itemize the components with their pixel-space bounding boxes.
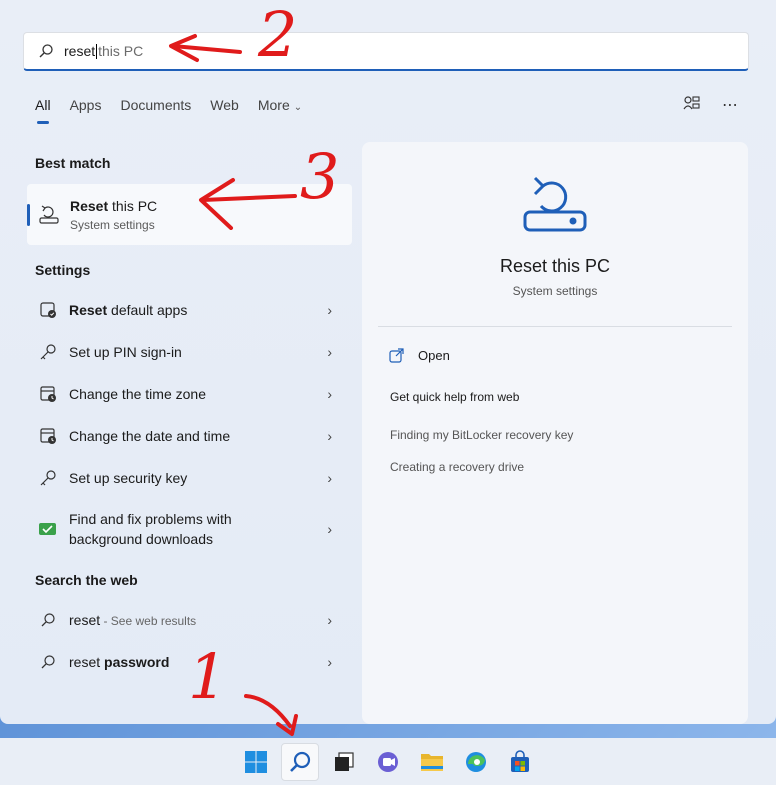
- search-input[interactable]: reset this PC: [64, 43, 143, 59]
- text-caret: [96, 43, 98, 59]
- chevron-right-icon: ›: [327, 302, 332, 318]
- chevron-right-icon: ›: [327, 386, 332, 402]
- clock-icon: [38, 384, 58, 404]
- best-match-title-bold: Reset: [70, 197, 109, 214]
- help-link-bitlocker[interactable]: Finding my BitLocker recovery key: [390, 428, 573, 442]
- store-icon: [511, 749, 529, 772]
- folder-icon: [421, 753, 443, 771]
- chevron-right-icon: ›: [327, 428, 332, 444]
- open-label: Open: [418, 348, 450, 363]
- reset-pc-icon: [39, 205, 59, 224]
- item-label: Change the date and time: [69, 428, 231, 444]
- task-view-button[interactable]: [325, 743, 363, 781]
- tab-web[interactable]: Web: [210, 97, 239, 113]
- preview-title: Reset this PC: [499, 256, 611, 276]
- start-search-panel: reset this PC All Apps Documents Web Mor…: [0, 0, 776, 724]
- reset-pc-large-icon: [523, 176, 587, 232]
- calendar-clock-icon: [38, 426, 58, 446]
- troubleshoot-icon: [38, 519, 58, 539]
- chevron-right-icon: ›: [327, 470, 332, 486]
- key-icon: [38, 468, 58, 488]
- tab-apps[interactable]: Apps: [70, 97, 102, 113]
- open-external-icon: [389, 348, 404, 363]
- file-explorer-button[interactable]: [413, 743, 451, 781]
- list-item-web-reset-password[interactable]: reset password ›: [27, 641, 352, 683]
- web-query: reset: [69, 654, 105, 670]
- chevron-right-icon: ›: [327, 654, 332, 670]
- settings-heading: Settings: [35, 262, 91, 278]
- list-item-security-key[interactable]: Set up security key ›: [27, 457, 352, 499]
- divider: [378, 326, 732, 327]
- search-box[interactable]: reset this PC: [23, 32, 749, 71]
- more-options-icon[interactable]: ⋯: [722, 95, 738, 117]
- chevron-right-icon: ›: [327, 344, 332, 360]
- default-apps-icon: [38, 300, 58, 320]
- preview-subtitle: System settings: [512, 284, 598, 298]
- store-button[interactable]: [501, 743, 539, 781]
- web-results-list: reset - See web results › reset password…: [27, 599, 352, 683]
- search-typed-text: reset: [64, 43, 96, 59]
- web-query-suffix: - See web results: [100, 614, 197, 628]
- list-item-web-reset[interactable]: reset - See web results ›: [27, 599, 352, 641]
- chevron-right-icon: ›: [327, 521, 332, 537]
- list-item-date-time[interactable]: Change the date and time ›: [27, 415, 352, 457]
- key-icon: [38, 342, 58, 362]
- start-button[interactable]: [237, 743, 275, 781]
- chat-button[interactable]: [369, 743, 407, 781]
- filter-tabs: All Apps Documents Web More ⌄: [35, 97, 321, 124]
- search-icon: [38, 610, 58, 630]
- list-item-time-zone[interactable]: Change the time zone ›: [27, 373, 352, 415]
- chevron-right-icon: ›: [327, 612, 332, 628]
- search-icon: [290, 751, 311, 772]
- best-match-subtitle: System settings: [70, 217, 155, 232]
- search-web-heading: Search the web: [35, 572, 138, 588]
- list-item-reset-default-apps[interactable]: Reset default apps ›: [27, 289, 352, 331]
- top-right-actions: ⋯: [683, 95, 738, 117]
- chevron-down-icon: ⌄: [293, 102, 303, 113]
- help-link-recovery-drive[interactable]: Creating a recovery drive: [390, 460, 524, 474]
- web-query: reset: [69, 612, 101, 628]
- tab-documents[interactable]: Documents: [120, 97, 191, 113]
- quick-help-heading: Get quick help from web: [390, 390, 520, 404]
- taskbar-search-button[interactable]: [281, 742, 319, 781]
- tab-more[interactable]: More ⌄: [258, 97, 302, 113]
- item-label-line1: Find and fix problems with: [69, 511, 232, 527]
- list-item-pin-sign-in[interactable]: Set up PIN sign-in ›: [27, 331, 352, 373]
- account-switch-icon[interactable]: [683, 95, 700, 117]
- windows-logo-icon: [245, 750, 267, 773]
- search-suggestion-text: this PC: [98, 43, 144, 59]
- tab-more-label: More: [257, 97, 290, 113]
- chat-icon: [378, 751, 398, 772]
- list-item-background-downloads[interactable]: Find and fix problems with background do…: [27, 499, 352, 559]
- best-match-result[interactable]: Reset this PC System settings: [27, 184, 352, 245]
- edge-button[interactable]: [457, 743, 495, 781]
- item-label: Set up security key: [69, 470, 188, 486]
- best-match-title-rest: this PC: [108, 197, 158, 214]
- item-label: Set up PIN sign-in: [69, 344, 182, 360]
- tab-all[interactable]: All: [35, 97, 51, 124]
- item-label-line2: background downloads: [69, 531, 213, 547]
- web-query-bold: password: [104, 654, 170, 670]
- search-icon: [38, 652, 58, 672]
- best-match-heading: Best match: [35, 155, 111, 171]
- edge-icon: [466, 751, 486, 772]
- task-view-icon: [335, 751, 354, 771]
- item-label: default apps: [107, 302, 188, 318]
- item-label-bold: Reset: [69, 302, 108, 318]
- preview-panel: Reset this PC System settings Open Get q…: [362, 142, 748, 724]
- search-icon: [39, 44, 53, 58]
- settings-list: Reset default apps › Set up PIN sign-in …: [27, 289, 352, 559]
- item-label: Change the time zone: [69, 386, 206, 402]
- taskbar: [0, 738, 776, 785]
- open-button[interactable]: Open: [389, 348, 450, 363]
